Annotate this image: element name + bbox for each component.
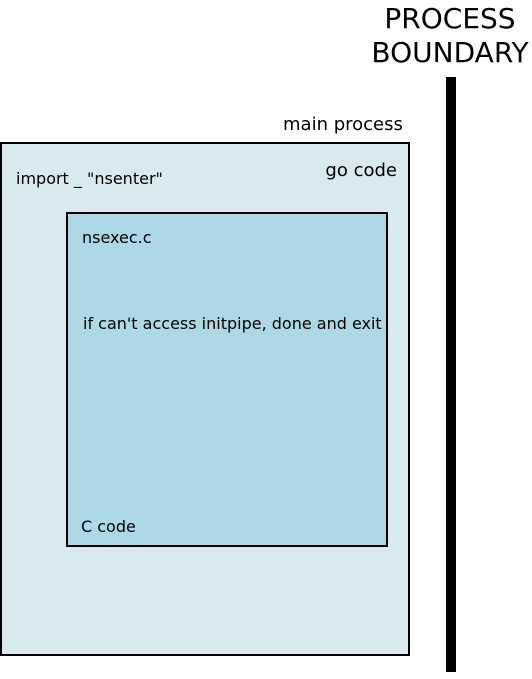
c-code-label: C code xyxy=(81,517,136,536)
nsexec-box: nsexec.c if can't access initpipe, done … xyxy=(66,212,388,547)
initpipe-description: if can't access initpipe, done and exit xyxy=(83,314,382,333)
process-boundary-title: PROCESS BOUNDARY xyxy=(360,2,532,70)
main-process-label: main process xyxy=(283,114,403,135)
process-boundary-title-line1: PROCESS xyxy=(384,2,516,35)
nsexec-label: nsexec.c xyxy=(82,228,152,247)
go-code-label: go code xyxy=(325,160,397,181)
main-process-box: go code import _ "nsenter" nsexec.c if c… xyxy=(0,142,410,656)
process-boundary-title-line2: BOUNDARY xyxy=(371,36,529,69)
import-statement: import _ "nsenter" xyxy=(16,169,163,188)
process-boundary-line xyxy=(446,77,456,672)
